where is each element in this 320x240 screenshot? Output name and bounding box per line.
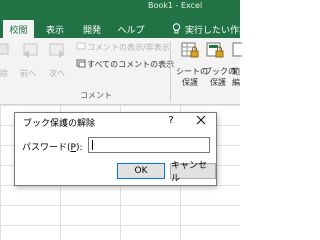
lightbulb-icon (172, 23, 181, 34)
previous-comment-button[interactable]: 前へ (20, 68, 36, 79)
show-hide-comment-icon (76, 42, 86, 50)
show-all-comments-button[interactable]: すべてのコメントの表示 (87, 59, 174, 70)
unprotect-workbook-dialog: ブック保護の解除 ? パスワード(P): OK キャンセル (14, 112, 217, 186)
protect-sheet-icon (181, 42, 199, 58)
tab-review[interactable]: 校閲 (3, 20, 34, 38)
delete-comment-button[interactable]: 除 (0, 68, 8, 79)
allow-edit-ranges-label-2: 編 (232, 78, 240, 87)
cancel-button[interactable]: キャンセル (170, 161, 216, 184)
tell-me-search[interactable]: 実行したい作業を入 (172, 20, 266, 38)
ribbon: 除 前へ 次へ コメントの表示/非表示 すべてのコメントの表示 コメント シート… (0, 38, 242, 105)
ok-button[interactable]: OK (117, 163, 165, 179)
show-all-comments-icon (76, 59, 86, 68)
allow-edit-ranges-icon (232, 42, 242, 57)
title-bar: Book1 - Excel 校閲 表示 開発 ヘルプ 実行したい作業を入 (0, 0, 266, 38)
protect-workbook-icon (206, 42, 224, 58)
group-label-comments: コメント (80, 91, 112, 100)
window-title: Book1 - Excel (148, 1, 203, 10)
allow-edit-ranges-button[interactable]: 範 (232, 66, 240, 77)
password-label: パスワード(P): (22, 143, 83, 153)
dialog-title: ブック保護の解除 (23, 119, 96, 129)
next-comment-button[interactable]: 次へ (49, 68, 65, 79)
tab-developer[interactable]: 開発 (77, 20, 107, 38)
protect-workbook-label-2: 保護 (210, 78, 226, 87)
ribbon-separator (170, 42, 171, 102)
show-hide-comment-button[interactable]: コメントの表示/非表示 (87, 42, 170, 53)
tell-me-placeholder: 実行したい作業を入 (185, 25, 267, 36)
password-field[interactable] (88, 137, 210, 153)
close-icon[interactable] (191, 113, 211, 127)
tab-help[interactable]: ヘルプ (112, 20, 150, 38)
delete-comment-icon (0, 43, 9, 55)
help-button[interactable]: ? (165, 115, 177, 126)
previous-comment-icon (23, 43, 38, 58)
tab-view[interactable]: 表示 (40, 20, 70, 38)
protect-sheet-label-2: 保護 (182, 78, 198, 87)
next-comment-icon (49, 43, 65, 58)
text-caret (92, 140, 93, 150)
